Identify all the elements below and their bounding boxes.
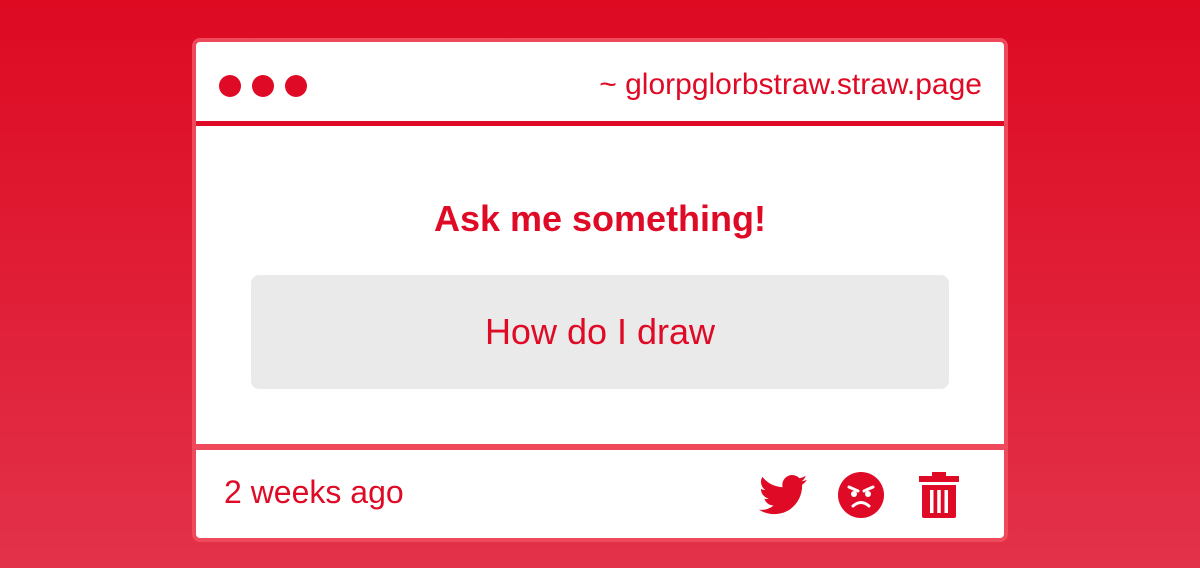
question-card: ~ glorpglorbstraw.straw.page Ask me some…: [192, 38, 1008, 542]
window-titlebar: ~ glorpglorbstraw.straw.page: [196, 42, 1004, 126]
window-dot-1: [219, 75, 241, 97]
window-dot-2: [252, 75, 274, 97]
report-button[interactable]: [836, 470, 886, 520]
window-controls: [219, 75, 307, 97]
trash-icon: [919, 472, 959, 518]
question-text: How do I draw: [484, 311, 716, 352]
action-bar: [758, 470, 964, 520]
angry-face-icon: [838, 472, 884, 518]
twitter-icon: [759, 475, 807, 515]
card-footer: 2 weeks ago: [196, 444, 1004, 538]
page-title: Ask me something!: [433, 198, 767, 239]
card-body: Ask me something! How do I draw: [196, 126, 1004, 448]
timestamp: 2 weeks ago: [224, 474, 404, 510]
delete-button[interactable]: [914, 470, 964, 520]
page-url: ~ glorpglorbstraw.straw.page: [599, 68, 982, 101]
share-twitter-button[interactable]: [758, 470, 808, 520]
question-box: How do I draw: [251, 275, 949, 389]
window-dot-3: [285, 75, 307, 97]
